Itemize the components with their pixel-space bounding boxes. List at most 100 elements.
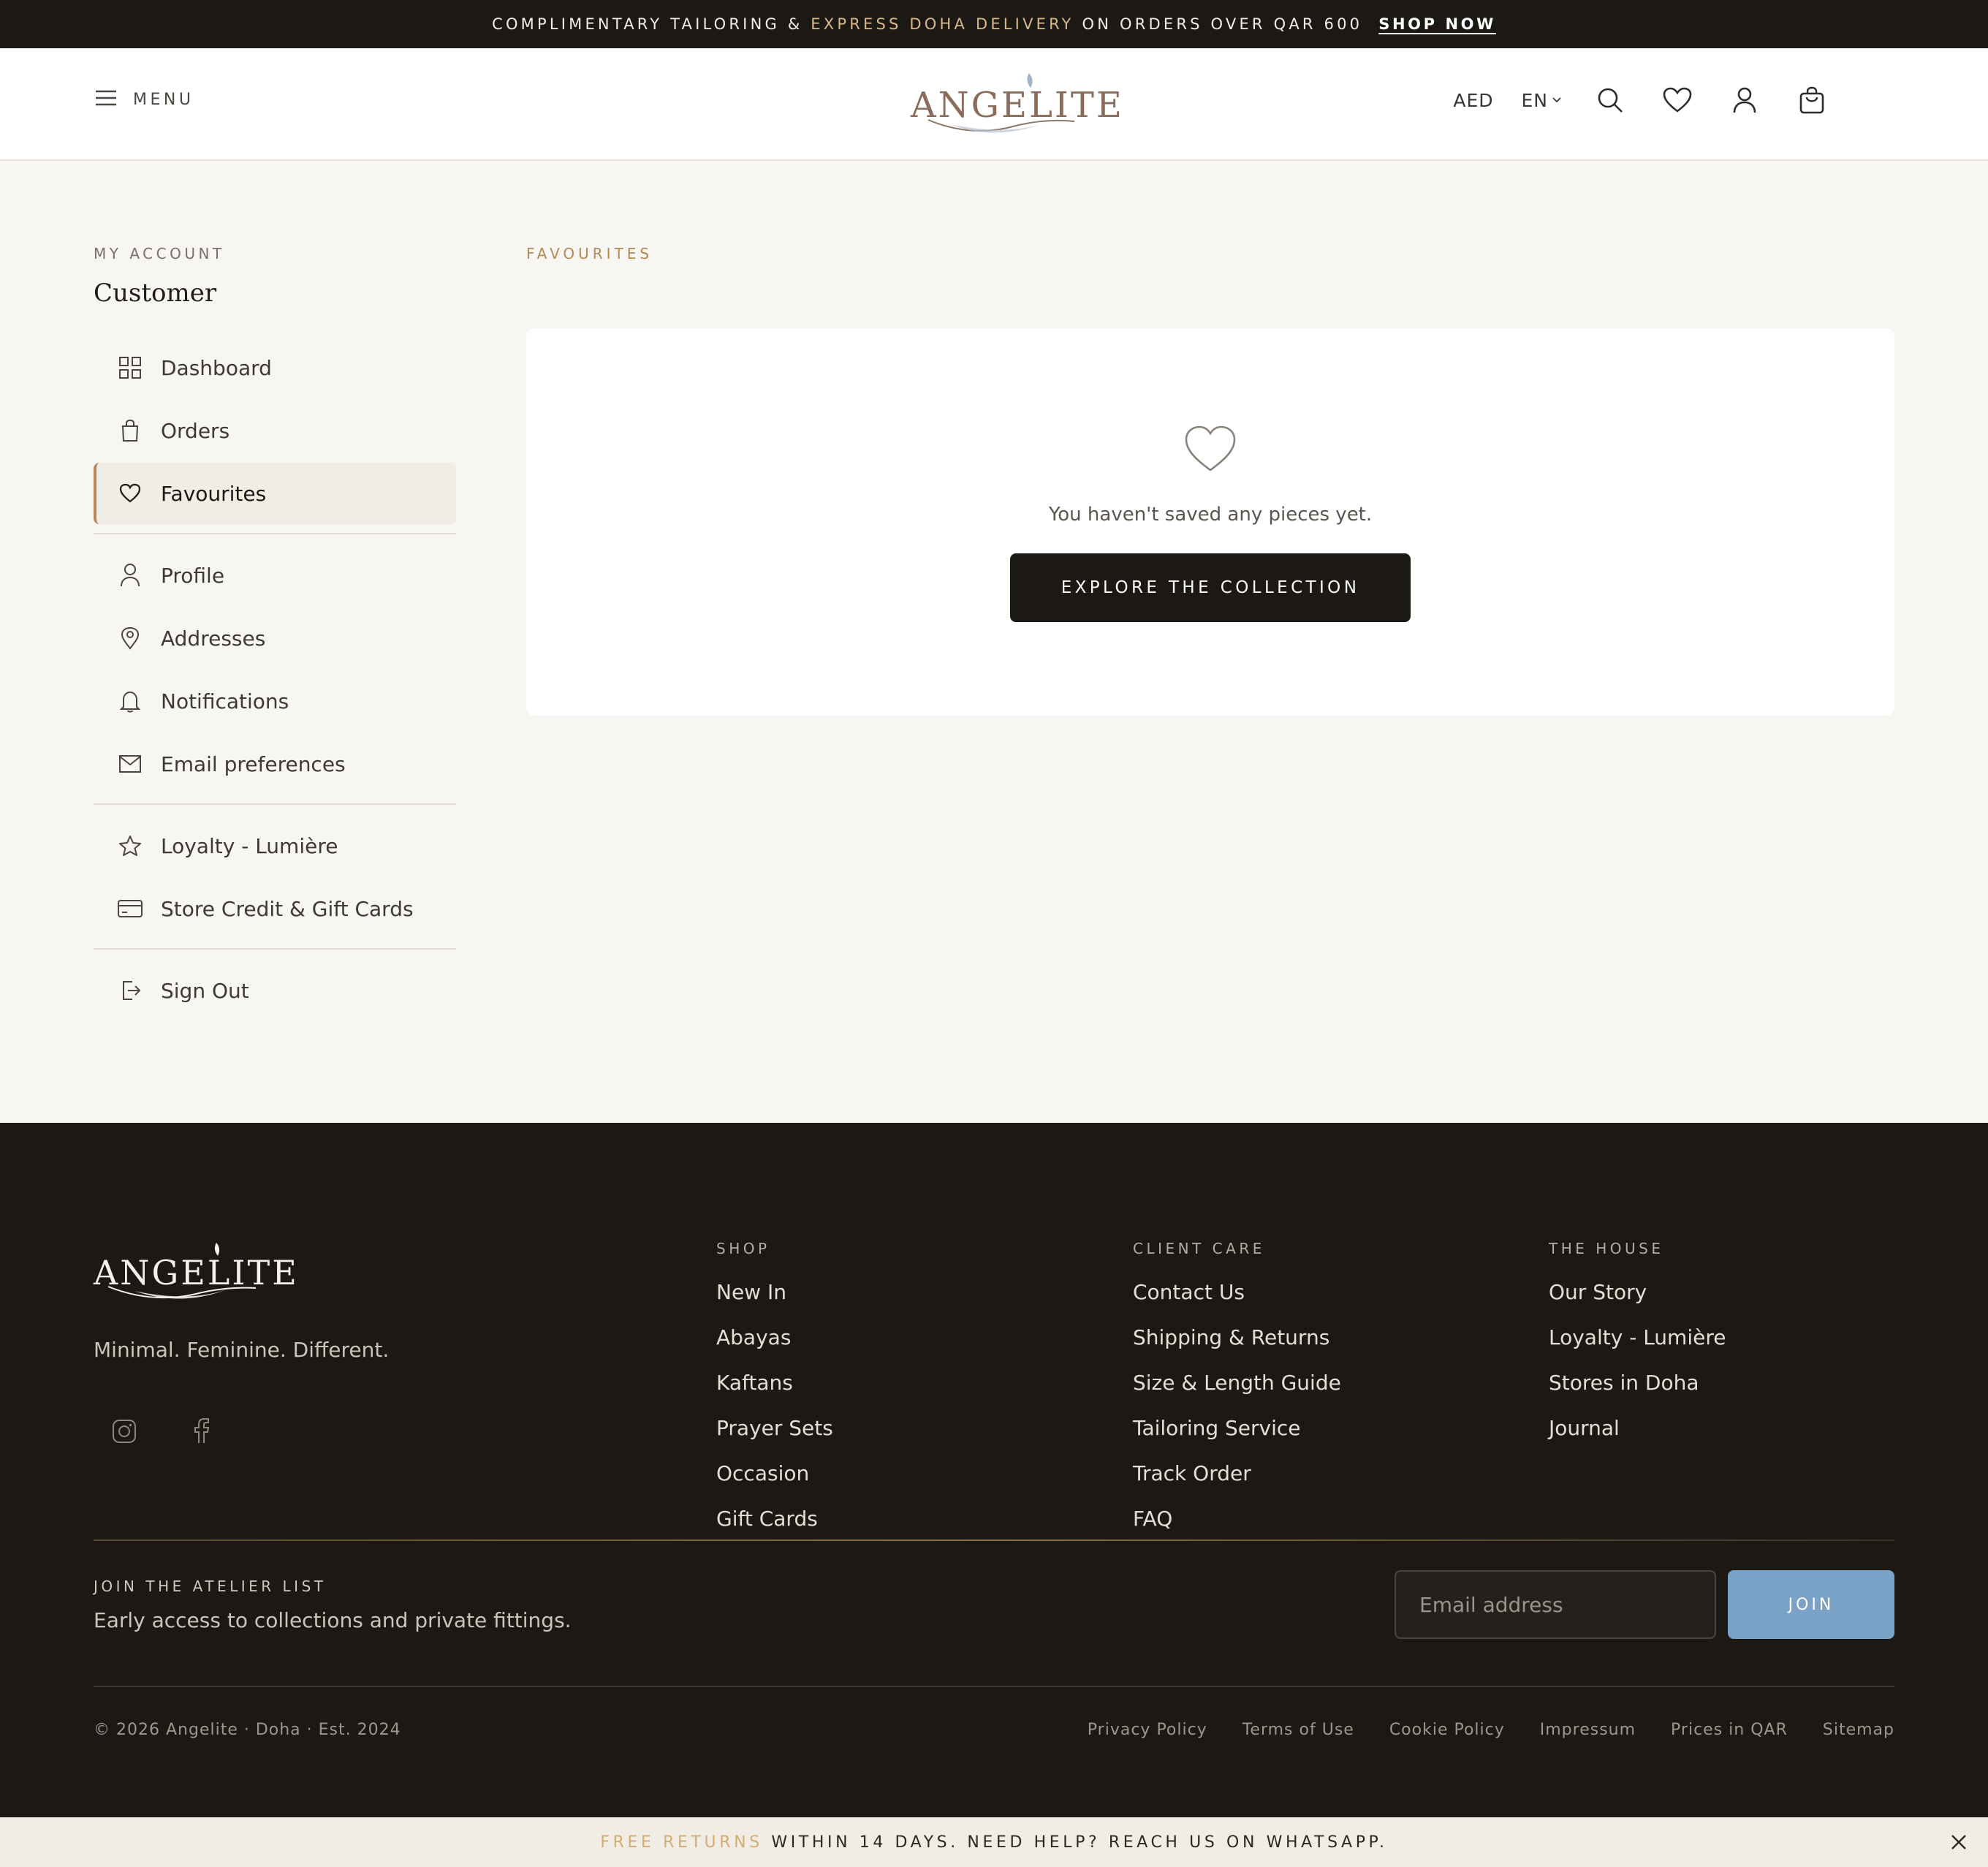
currency-selector[interactable]: AED [1453,90,1493,111]
shop-now-link[interactable]: SHOP NOW [1378,15,1496,33]
chevron-down-icon [1552,97,1561,103]
account-nav: Dashboard Orders Favourites Profile Addr… [94,337,456,1021]
nav-divider [94,803,456,805]
user-icon[interactable] [1729,85,1760,115]
legal-link[interactable]: Privacy Policy [1088,1721,1207,1739]
bag-icon[interactable] [1797,85,1827,115]
nav-label: Email preferences [161,751,346,776]
footer-link[interactable]: Gift Cards [716,1504,833,1550]
heart-icon [117,480,143,507]
promo-bar-bottom: FREE RETURNS WITHIN 14 DAYS. NEED HELP? … [0,1817,1988,1867]
newsletter-email-input[interactable] [1395,1570,1716,1639]
promo-accent: FREE RETURNS [600,1833,763,1852]
footer-divider [94,1540,1894,1541]
star-icon [117,833,143,859]
favourites-empty-card: You haven't saved any pieces yet. EXPLOR… [526,328,1894,716]
heart-icon[interactable] [1662,85,1693,115]
nav-item-addresses[interactable]: Addresses [94,607,456,669]
nav-label: Favourites [161,481,267,506]
nav-item-profile[interactable]: Profile [94,545,456,606]
newsletter-join-button[interactable]: JOIN [1728,1570,1894,1639]
legal-link[interactable]: Impressum [1540,1721,1636,1739]
nav-item-favourites[interactable]: Favourites [94,463,456,524]
footer-column-title: CLIENT CARE [1133,1240,1265,1257]
legal-links: Privacy Policy Terms of Use Cookie Polic… [1088,1721,1894,1739]
page-title: FAVOURITES [526,245,653,262]
heart-icon [1184,425,1237,476]
footer-column-shop: SHOP New In Abayas Kaftans Prayer Sets O… [716,1240,833,1550]
site-footer: ANGELITE Minimal. Feminine. Different. S… [0,1123,1988,1817]
footer-link[interactable]: Occasion [716,1459,833,1504]
footer-link[interactable]: Journal [1549,1414,1726,1459]
header-actions: AED EN [1453,82,1827,118]
empty-state-message: You haven't saved any pieces yet. [1048,504,1373,526]
legal-link[interactable]: Terms of Use [1242,1721,1354,1739]
footer-link[interactable]: Loyalty - Lumière [1549,1323,1726,1368]
instagram-icon[interactable] [111,1418,137,1444]
promo-text-after: ON ORDERS OVER QAR 600 [1074,15,1363,33]
map-pin-icon [117,625,143,651]
nav-divider [94,948,456,950]
promo-accent: EXPRESS DOHA DELIVERY [811,15,1074,33]
footer-link[interactable]: Tailoring Service [1133,1414,1341,1459]
logo[interactable]: ANGELITE [906,69,1122,142]
nav-item-sign-out[interactable]: Sign Out [94,960,456,1021]
search-icon[interactable] [1595,85,1625,115]
footer-column-client-care: CLIENT CARE Contact Us Shipping & Return… [1133,1240,1341,1550]
footer-logo[interactable]: ANGELITE [94,1240,297,1320]
nav-label: Store Credit & Gift Cards [161,896,414,921]
footer-logo-text: ANGELITE [94,1253,299,1292]
language-selector[interactable]: EN [1522,90,1562,111]
grid-icon [117,355,143,381]
nav-item-loyalty[interactable]: Loyalty - Lumière [94,815,456,876]
footer-divider [94,1686,1894,1687]
footer-link[interactable]: Size & Length Guide [1133,1368,1341,1414]
nav-item-email-preferences[interactable]: Email preferences [94,733,456,795]
nav-item-orders[interactable]: Orders [94,400,456,461]
customer-name: Customer [94,279,217,308]
nav-label: Addresses [161,626,266,651]
language-label: EN [1521,89,1548,111]
hamburger-icon [95,89,117,110]
footer-link[interactable]: FAQ [1133,1504,1341,1550]
legal-link[interactable]: Sitemap [1823,1721,1894,1739]
sign-out-icon [117,977,143,1004]
legal-link[interactable]: Cookie Policy [1389,1721,1505,1739]
promo-text-before: COMPLIMENTARY TAILORING & [492,15,811,33]
promo-bar-top: COMPLIMENTARY TAILORING & EXPRESS DOHA D… [0,0,1988,48]
footer-link[interactable]: Shipping & Returns [1133,1323,1341,1368]
logo-text: ANGELITE [911,85,1124,126]
footer-link[interactable]: Track Order [1133,1459,1341,1504]
footer-link[interactable]: Prayer Sets [716,1414,833,1459]
copyright: © 2026 Angelite · Doha · Est. 2024 [94,1721,401,1739]
footer-link[interactable]: Abayas [716,1323,833,1368]
footer-column-title: THE HOUSE [1549,1240,1664,1257]
nav-label: Profile [161,563,225,588]
social-links [111,1418,215,1444]
nav-label: Orders [161,418,230,443]
footer-link[interactable]: New In [716,1278,833,1323]
nav-item-store-credit[interactable]: Store Credit & Gift Cards [94,878,456,939]
newsletter-subtitle: Early access to collections and private … [94,1608,572,1632]
newsletter-title: JOIN THE ATELIER LIST [94,1578,327,1595]
footer-link[interactable]: Contact Us [1133,1278,1341,1323]
footer-tagline: Minimal. Feminine. Different. [94,1338,390,1362]
close-icon[interactable] [1947,1830,1970,1854]
nav-label: Notifications [161,689,289,713]
favourites-main: FAVOURITES You haven't saved any pieces … [526,245,1894,716]
explore-collection-button[interactable]: EXPLORE THE COLLECTION [1010,553,1411,622]
nav-label: Dashboard [161,355,272,380]
mail-icon [117,751,143,777]
nav-item-dashboard[interactable]: Dashboard [94,337,456,398]
nav-item-notifications[interactable]: Notifications [94,670,456,732]
account-sidebar: MY ACCOUNT Customer Dashboard Orders Fav… [94,245,456,1023]
legal-link[interactable]: Prices in QAR [1671,1721,1788,1739]
nav-label: Loyalty - Lumière [161,833,338,858]
promo-text: WITHIN 14 DAYS. NEED HELP? REACH US ON W… [762,1833,1388,1852]
footer-link[interactable]: Stores in Doha [1549,1368,1726,1414]
footer-link[interactable]: Kaftans [716,1368,833,1414]
facebook-icon[interactable] [189,1418,215,1444]
bell-icon [117,688,143,714]
footer-link[interactable]: Our Story [1549,1278,1726,1323]
menu-button[interactable]: MENU [95,89,194,110]
